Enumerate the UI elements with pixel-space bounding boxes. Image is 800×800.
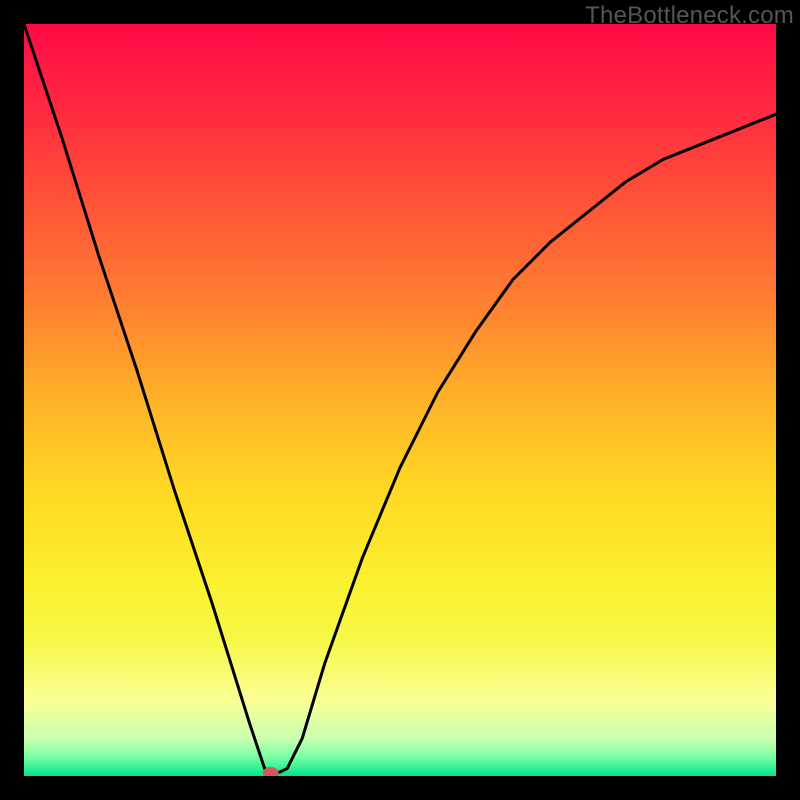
bottleneck-chart: TheBottleneck.com [0,0,800,800]
gradient-background [24,24,776,776]
watermark-text: TheBottleneck.com [585,2,794,30]
chart-svg [0,0,800,800]
